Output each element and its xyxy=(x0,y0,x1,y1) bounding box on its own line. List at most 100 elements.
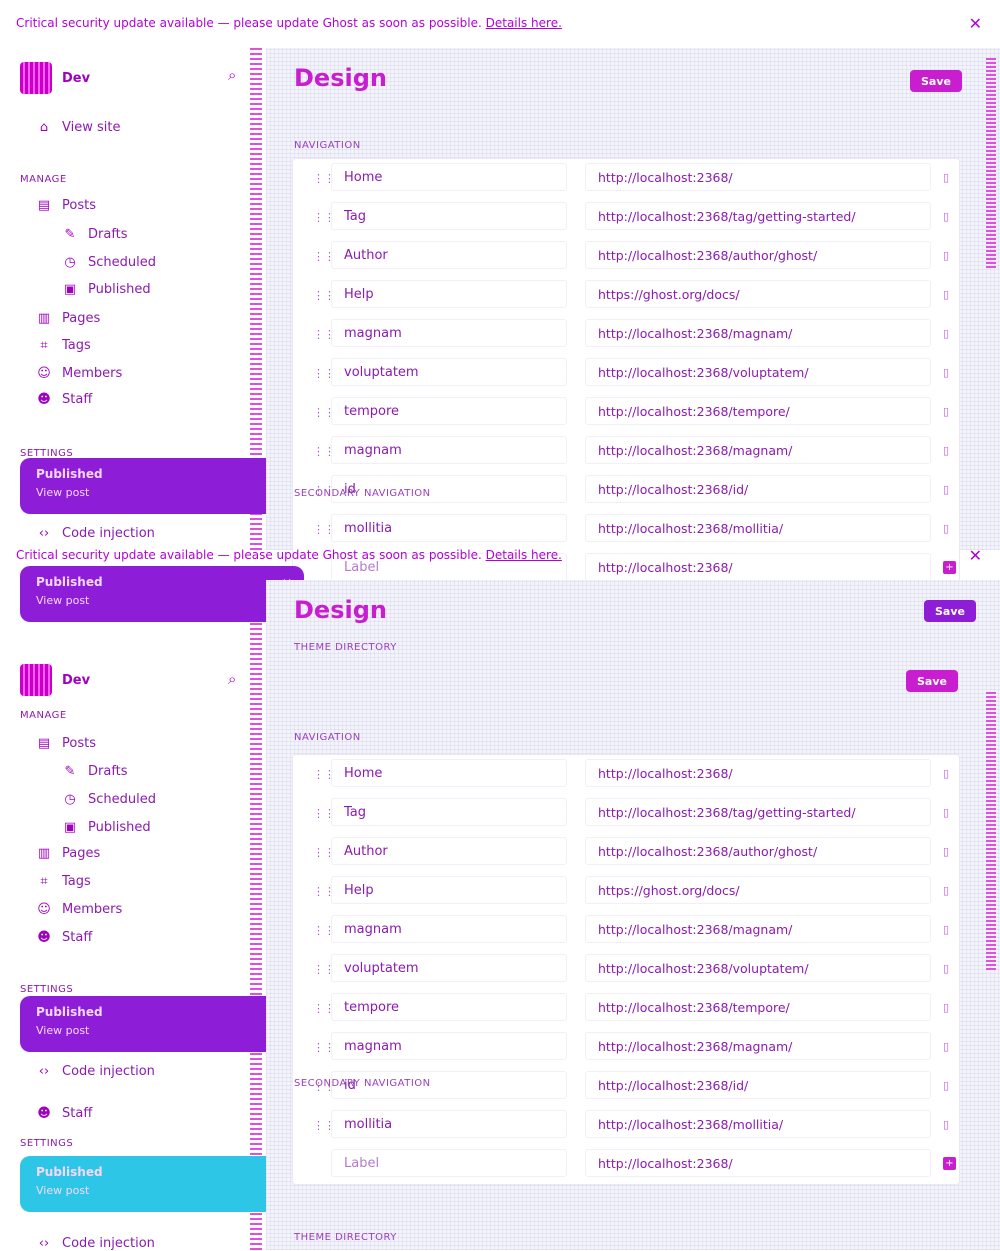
nav-url-input[interactable]: http://localhost:2368/author/ghost/ xyxy=(585,241,931,269)
delete-icon[interactable]: ▯ xyxy=(943,405,949,418)
nav-label-input[interactable]: Home xyxy=(331,759,567,787)
search-icon[interactable]: ⌕ xyxy=(228,670,236,688)
delete-icon[interactable]: ▯ xyxy=(943,288,949,301)
nav-label-input[interactable]: Tag xyxy=(331,202,567,230)
sidebar-item-staff-2[interactable]: ☻ Staff xyxy=(36,1106,92,1121)
delete-icon[interactable]: ▯ xyxy=(943,327,949,340)
nav-label-input[interactable]: magnam xyxy=(331,915,567,943)
alert-details-link[interactable]: Details here. xyxy=(486,548,562,562)
nav-url-input[interactable]: http://localhost:2368/voluptatem/ xyxy=(585,358,931,386)
save-button[interactable]: Save xyxy=(924,600,976,622)
toast-view-post-link[interactable]: View post xyxy=(36,594,89,607)
nav-label-input[interactable]: tempore xyxy=(331,993,567,1021)
sidebar-scrollbar[interactable] xyxy=(250,580,262,1250)
save-button[interactable]: Save xyxy=(910,70,962,92)
sidebar-item-posts[interactable]: ▤ Posts xyxy=(36,198,96,213)
nav-url-input[interactable]: http://localhost:2368/ xyxy=(585,163,931,191)
sidebar-item-published[interactable]: ▣ Published xyxy=(62,820,151,835)
nav-label-input[interactable]: Author xyxy=(331,837,567,865)
nav-label-input[interactable]: voluptatem xyxy=(331,954,567,982)
sidebar-item-tags[interactable]: ⌗ Tags xyxy=(36,338,90,353)
sidebar-item-view-site[interactable]: ⌂ View site xyxy=(36,120,121,135)
nav-label-input[interactable]: Home xyxy=(331,163,567,191)
sidebar-item-staff[interactable]: ☻ Staff xyxy=(36,930,92,945)
nav-url-input[interactable]: http://localhost:2368/magnam/ xyxy=(585,436,931,464)
sidebar-item-pages[interactable]: ▥ Pages xyxy=(36,846,100,861)
delete-icon[interactable]: ▯ xyxy=(943,444,949,457)
nav-url-input[interactable]: http://localhost:2368/magnam/ xyxy=(585,915,931,943)
alert-close-icon[interactable]: ✕ xyxy=(969,546,982,565)
sidebar-item-drafts[interactable]: ✎ Drafts xyxy=(62,227,128,242)
nav-label-input[interactable]: magnam xyxy=(331,436,567,464)
brand[interactable]: Dev xyxy=(20,62,90,94)
nav-url-input[interactable]: http://localhost:2368/ xyxy=(585,759,931,787)
nav-label-input[interactable]: Help xyxy=(331,280,567,308)
nav-url-input[interactable]: http://localhost:2368/mollitia/ xyxy=(585,514,931,542)
delete-icon[interactable]: ▯ xyxy=(943,249,949,262)
nav-url-input[interactable]: http://localhost:2368/tag/getting-starte… xyxy=(585,798,931,826)
nav-url-input[interactable]: https://ghost.org/docs/ xyxy=(585,876,931,904)
nav-label-input[interactable]: Help xyxy=(331,876,567,904)
main-scrollbar[interactable] xyxy=(986,690,996,970)
sidebar-item-drafts[interactable]: ✎ Drafts xyxy=(62,764,128,779)
nav-url-input[interactable]: http://localhost:2368/tempore/ xyxy=(585,993,931,1021)
nav-label-input[interactable]: Author xyxy=(331,241,567,269)
sidebar-item-members[interactable]: ☺ Members xyxy=(36,902,122,917)
delete-icon[interactable]: ▯ xyxy=(943,884,949,897)
nav-label-input[interactable]: mollitia xyxy=(331,1110,567,1138)
toast-view-post-link[interactable]: View post xyxy=(36,1184,89,1197)
nav-label-input[interactable]: mollitia xyxy=(331,514,567,542)
brand[interactable]: Dev xyxy=(20,664,90,696)
delete-icon[interactable]: ▯ xyxy=(943,366,949,379)
nav-label-input[interactable]: magnam xyxy=(331,319,567,347)
nav-url-input[interactable]: http://localhost:2368/author/ghost/ xyxy=(585,837,931,865)
nav-url-input[interactable]: http://localhost:2368/id/ xyxy=(585,1071,931,1099)
delete-icon[interactable]: ▯ xyxy=(943,806,949,819)
delete-icon[interactable]: ▯ xyxy=(943,210,949,223)
nav-label-input[interactable]: Tag xyxy=(331,798,567,826)
sidebar-item-code-injection[interactable]: ‹› Code injection xyxy=(36,1064,155,1079)
sidebar-item-scheduled[interactable]: ◷ Scheduled xyxy=(62,255,156,270)
nav-url-input[interactable]: http://localhost:2368/tag/getting-starte… xyxy=(585,202,931,230)
nav-label-input[interactable]: magnam xyxy=(331,1032,567,1060)
sidebar-item-code-injection-2[interactable]: ‹› Code injection xyxy=(36,1236,155,1251)
new-nav-label-input[interactable]: Label xyxy=(331,1149,567,1177)
delete-icon[interactable]: ▯ xyxy=(943,483,949,496)
delete-icon[interactable]: ▯ xyxy=(943,923,949,936)
nav-url-input[interactable]: http://localhost:2368/tempore/ xyxy=(585,397,931,425)
nav-url-input[interactable]: https://ghost.org/docs/ xyxy=(585,280,931,308)
toast-view-post-link[interactable]: View post xyxy=(36,486,89,499)
alert-details-link[interactable]: Details here. xyxy=(486,16,562,30)
sidebar-item-code-injection[interactable]: ‹› Code injection xyxy=(36,526,155,541)
nav-label-input[interactable]: tempore xyxy=(331,397,567,425)
add-item-icon[interactable]: + xyxy=(943,1157,956,1170)
save-button-2[interactable]: Save xyxy=(906,670,958,692)
alert-close-icon[interactable]: ✕ xyxy=(969,14,982,33)
delete-icon[interactable]: ▯ xyxy=(943,1001,949,1014)
delete-icon[interactable]: ▯ xyxy=(943,522,949,535)
nav-url-input[interactable]: http://localhost:2368/mollitia/ xyxy=(585,1110,931,1138)
delete-icon[interactable]: ▯ xyxy=(943,1040,949,1053)
sidebar-item-pages[interactable]: ▥ Pages xyxy=(36,311,100,326)
sidebar-item-scheduled[interactable]: ◷ Scheduled xyxy=(62,792,156,807)
nav-url-input[interactable]: http://localhost:2368/id/ xyxy=(585,475,931,503)
delete-icon[interactable]: ▯ xyxy=(943,171,949,184)
new-nav-url-input[interactable]: http://localhost:2368/ xyxy=(585,1149,931,1177)
delete-icon[interactable]: ▯ xyxy=(943,1079,949,1092)
nav-url-input[interactable]: http://localhost:2368/magnam/ xyxy=(585,319,931,347)
sidebar-item-published[interactable]: ▣ Published xyxy=(62,282,151,297)
sidebar-item-posts[interactable]: ▤ Posts xyxy=(36,736,96,751)
delete-icon[interactable]: ▯ xyxy=(943,767,949,780)
toast-view-post-link[interactable]: View post xyxy=(36,1024,89,1037)
delete-icon[interactable]: ▯ xyxy=(943,1118,949,1131)
search-icon[interactable]: ⌕ xyxy=(228,66,236,84)
delete-icon[interactable]: ▯ xyxy=(943,962,949,975)
sidebar-item-tags[interactable]: ⌗ Tags xyxy=(36,874,90,889)
main-scrollbar[interactable] xyxy=(986,58,996,268)
delete-icon[interactable]: ▯ xyxy=(943,845,949,858)
nav-url-input[interactable]: http://localhost:2368/voluptatem/ xyxy=(585,954,931,982)
nav-url-input[interactable]: http://localhost:2368/magnam/ xyxy=(585,1032,931,1060)
sidebar-item-members[interactable]: ☺ Members xyxy=(36,366,122,381)
nav-label-input[interactable]: voluptatem xyxy=(331,358,567,386)
sidebar-item-staff[interactable]: ☻ Staff xyxy=(36,392,92,407)
